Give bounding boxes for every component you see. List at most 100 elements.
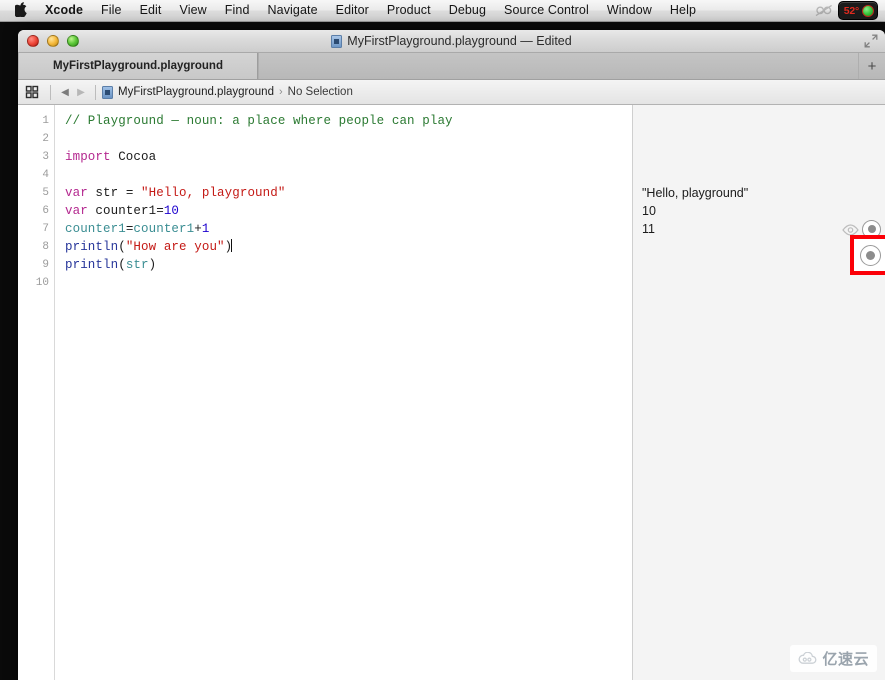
- code-token: (: [118, 258, 126, 272]
- temperature-widget[interactable]: 52°: [837, 1, 878, 20]
- code-line: // Playground — noun: a place where peop…: [65, 112, 632, 130]
- navigate-back-button[interactable]: ◀: [57, 87, 73, 98]
- breadcrumb: ◀ ▶ MyFirstPlayground.playground › No Se…: [18, 80, 885, 105]
- menu-item-navigate[interactable]: Navigate: [259, 0, 327, 21]
- fullscreen-arrows-icon[interactable]: [864, 34, 878, 48]
- code-token: (: [118, 240, 126, 254]
- result-row: 10: [633, 202, 885, 220]
- code-token: counter1: [65, 222, 126, 236]
- close-button[interactable]: [27, 35, 39, 47]
- menu-item-editor[interactable]: Editor: [327, 0, 378, 21]
- code-token: counter1=: [87, 204, 164, 218]
- menu-item-edit[interactable]: Edit: [131, 0, 171, 21]
- annotation-highlight-box: [850, 235, 885, 275]
- menu-item-find[interactable]: Find: [216, 0, 259, 21]
- breadcrumb-divider-2: [95, 84, 96, 100]
- window-title-text: MyFirstPlayground.playground — Edited: [347, 34, 572, 48]
- menu-item-source-control[interactable]: Source Control: [495, 0, 598, 21]
- line-number: 4: [42, 169, 49, 181]
- line-number: 6: [42, 205, 49, 217]
- breadcrumb-selection[interactable]: No Selection: [288, 86, 353, 98]
- result-spacer: [633, 130, 885, 148]
- result-value: 10: [642, 204, 656, 218]
- screen: Xcode File Edit View Find Navigate Editor Produ…: [0, 0, 885, 680]
- editor-area: 1 2 3 4 5 6 7 8 9 10 // Playground — noun: a plac…: [18, 105, 885, 680]
- menu-item-xcode[interactable]: Xcode: [36, 0, 92, 21]
- breadcrumb-file[interactable]: MyFirstPlayground.playground: [118, 86, 274, 98]
- code-line: counter1=counter1+1: [65, 220, 632, 238]
- line-number-gutter: 1 2 3 4 5 6 7 8 9 10: [18, 105, 55, 680]
- line-number: 3: [42, 151, 49, 163]
- code-token: 10: [163, 204, 180, 218]
- grid-view-icon[interactable]: [24, 84, 40, 100]
- code-token: "How are you": [125, 240, 225, 254]
- minimize-button[interactable]: [47, 35, 59, 47]
- navigate-forward-button[interactable]: ▶: [73, 87, 89, 98]
- window-controls: [27, 35, 79, 47]
- line-number: 5: [42, 187, 49, 199]
- code-token: // Playground — noun: a place where peop…: [65, 114, 453, 128]
- code-token: "Hello, playground": [141, 186, 286, 200]
- code-line: var counter1=10: [65, 202, 632, 220]
- value-history-circle-icon[interactable]: [859, 244, 881, 266]
- code-token: 1: [201, 222, 210, 236]
- code-line: import Cocoa: [65, 148, 632, 166]
- code-token: ): [148, 258, 157, 272]
- quick-look-eye-icon[interactable]: [842, 223, 859, 236]
- breadcrumb-separator-icon: ›: [278, 86, 283, 98]
- zoom-button[interactable]: [67, 35, 79, 47]
- menu-items: Xcode File Edit View Find Navigate Editor Produ…: [36, 0, 705, 21]
- text-cursor: [231, 239, 233, 252]
- code-line: println("How are you"): [65, 238, 632, 256]
- watermark-text: 亿速云: [822, 651, 869, 668]
- result-row: "Hello, playground": [633, 184, 885, 202]
- result-value: 11: [642, 222, 655, 236]
- line-number: 7: [42, 223, 49, 235]
- value-history-dot: [865, 250, 875, 260]
- breadcrumb-divider-1: [50, 84, 51, 100]
- menu-item-view[interactable]: View: [171, 0, 216, 21]
- code-token: counter1: [133, 222, 195, 236]
- result-spacer: [633, 148, 885, 166]
- source-code-editor[interactable]: // Playground — noun: a place where peop…: [55, 105, 632, 680]
- code-line: var str = "Hello, playground": [65, 184, 632, 202]
- xcode-window: MyFirstPlayground.playground — Edited My…: [18, 30, 885, 680]
- code-token: var: [65, 186, 88, 200]
- code-token: import: [65, 150, 111, 164]
- window-title: MyFirstPlayground.playground — Edited: [18, 34, 885, 48]
- window-titlebar: MyFirstPlayground.playground — Edited: [18, 30, 885, 53]
- line-number: 8: [42, 241, 49, 253]
- apple-logo-icon[interactable]: [8, 2, 34, 19]
- code-token: +: [194, 222, 202, 236]
- line-number: 10: [35, 277, 49, 289]
- editor-tab[interactable]: MyFirstPlayground.playground: [18, 53, 258, 79]
- tab-list: MyFirstPlayground.playground: [18, 53, 258, 79]
- results-sidebar: "Hello, playground" 10 11: [632, 105, 885, 680]
- code-token: println: [65, 240, 119, 254]
- line-number: 1: [42, 115, 49, 127]
- result-spacer: [633, 166, 885, 184]
- code-token: str =: [87, 186, 142, 200]
- cloud-logo-icon: [798, 651, 818, 666]
- add-tab-button[interactable]: +: [858, 53, 885, 79]
- value-history-dot: [867, 225, 876, 233]
- creative-cloud-icon[interactable]: [813, 0, 835, 22]
- menu-item-file[interactable]: File: [92, 0, 131, 21]
- menu-bar: Xcode File Edit View Find Navigate Editor Produ…: [0, 0, 885, 22]
- menu-item-product[interactable]: Product: [378, 0, 440, 21]
- code-token: println: [65, 258, 119, 272]
- playground-document-icon: [102, 85, 113, 99]
- line-number: 2: [42, 133, 49, 145]
- menu-item-help[interactable]: Help: [661, 0, 705, 21]
- code-line: println(str): [65, 256, 632, 274]
- menu-item-window[interactable]: Window: [598, 0, 661, 21]
- result-row: 11: [633, 219, 885, 239]
- watermark: 亿速云: [790, 645, 877, 672]
- menu-item-debug[interactable]: Debug: [440, 0, 495, 21]
- temperature-gauge-icon: [862, 4, 874, 17]
- playground-document-icon: [331, 34, 343, 48]
- menu-bar-status-area: 52°: [813, 0, 885, 22]
